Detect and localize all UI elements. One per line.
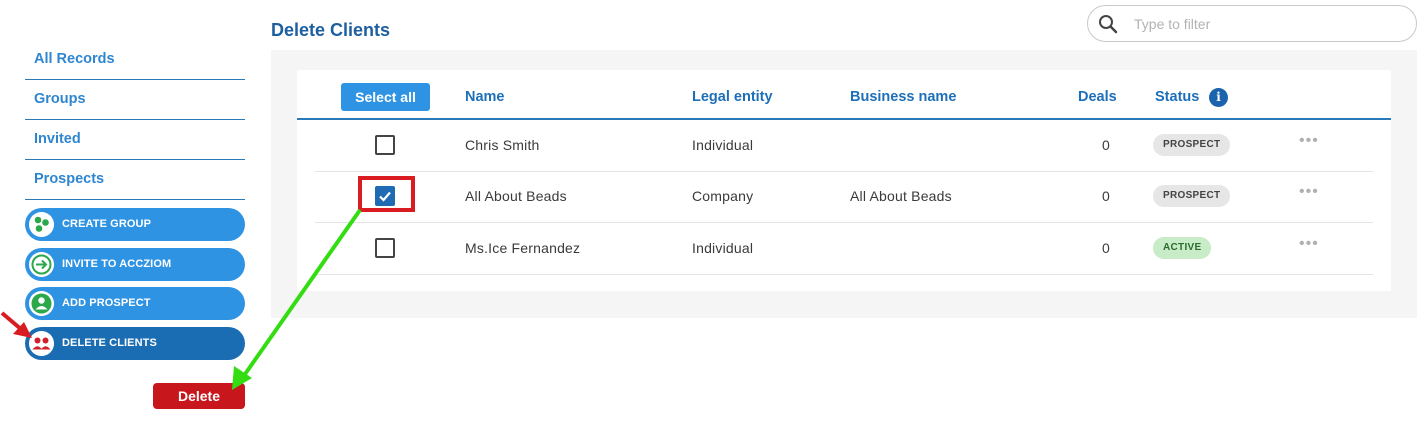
sidebar-item-all-records[interactable]: All Records [25, 40, 245, 80]
cell-deals: 0 [1102, 240, 1110, 256]
select-all-button[interactable]: Select all [341, 83, 430, 111]
delete-clients-button[interactable]: DELETE CLIENTS [25, 327, 245, 360]
cell-legal-entity: Individual [692, 240, 754, 256]
delete-clients-label: DELETE CLIENTS [62, 337, 157, 349]
search-box[interactable] [1087, 5, 1417, 42]
more-options-icon[interactable]: ••• [1299, 132, 1319, 150]
cell-name: All About Beads [465, 188, 567, 204]
group-circles-icon [29, 212, 54, 237]
table-row: Chris Smith Individual 0 PROSPECT ••• [315, 120, 1373, 172]
column-header-deals[interactable]: Deals [1078, 89, 1117, 105]
add-prospect-label: ADD PROSPECT [62, 297, 151, 309]
invite-label: INVITE TO ACCZIOM [62, 258, 172, 270]
table-row: Ms.Ice Fernandez Individual 0 ACTIVE ••• [315, 223, 1373, 275]
invite-button[interactable]: INVITE TO ACCZIOM [25, 248, 245, 281]
add-prospect-button[interactable]: ADD PROSPECT [25, 287, 245, 320]
column-header-name[interactable]: Name [465, 89, 505, 105]
arrow-right-icon [29, 252, 54, 277]
cell-business-name: All About Beads [850, 188, 952, 204]
table-row: All About Beads Company All About Beads … [315, 171, 1373, 223]
page-title: Delete Clients [271, 20, 391, 40]
sidebar-item-groups[interactable]: Groups [25, 80, 245, 120]
create-group-button[interactable]: CREATE GROUP [25, 208, 245, 241]
row-checkbox[interactable] [375, 135, 395, 155]
status-badge: PROSPECT [1153, 185, 1231, 207]
column-header-status[interactable]: Status [1155, 89, 1199, 105]
column-header-business-name[interactable]: Business name [850, 89, 956, 105]
cell-name: Ms.Ice Fernandez [465, 240, 581, 256]
sidebar-item-prospects[interactable]: Prospects [25, 160, 245, 200]
cell-deals: 0 [1102, 137, 1110, 153]
sidebar-item-invited[interactable]: Invited [25, 120, 245, 160]
search-input[interactable] [1134, 14, 1404, 34]
status-badge: PROSPECT [1153, 134, 1231, 156]
cell-legal-entity: Individual [692, 137, 754, 153]
sidebar: All Records Groups Invited Prospects [25, 40, 245, 200]
column-header-legal-entity[interactable]: Legal entity [692, 89, 773, 105]
info-icon[interactable]: i [1209, 88, 1228, 107]
cell-name: Chris Smith [465, 137, 540, 153]
cell-deals: 0 [1102, 188, 1110, 204]
cell-legal-entity: Company [692, 188, 754, 204]
create-group-label: CREATE GROUP [62, 218, 152, 230]
checkbox-highlight-annotation [358, 176, 415, 212]
more-options-icon[interactable]: ••• [1299, 235, 1319, 253]
people-icon [29, 331, 54, 356]
status-badge: ACTIVE [1153, 237, 1212, 259]
person-icon [29, 291, 54, 316]
delete-button[interactable]: Delete [153, 383, 245, 409]
more-options-icon[interactable]: ••• [1299, 183, 1319, 201]
row-checkbox[interactable] [375, 238, 395, 258]
search-icon [1099, 15, 1118, 34]
